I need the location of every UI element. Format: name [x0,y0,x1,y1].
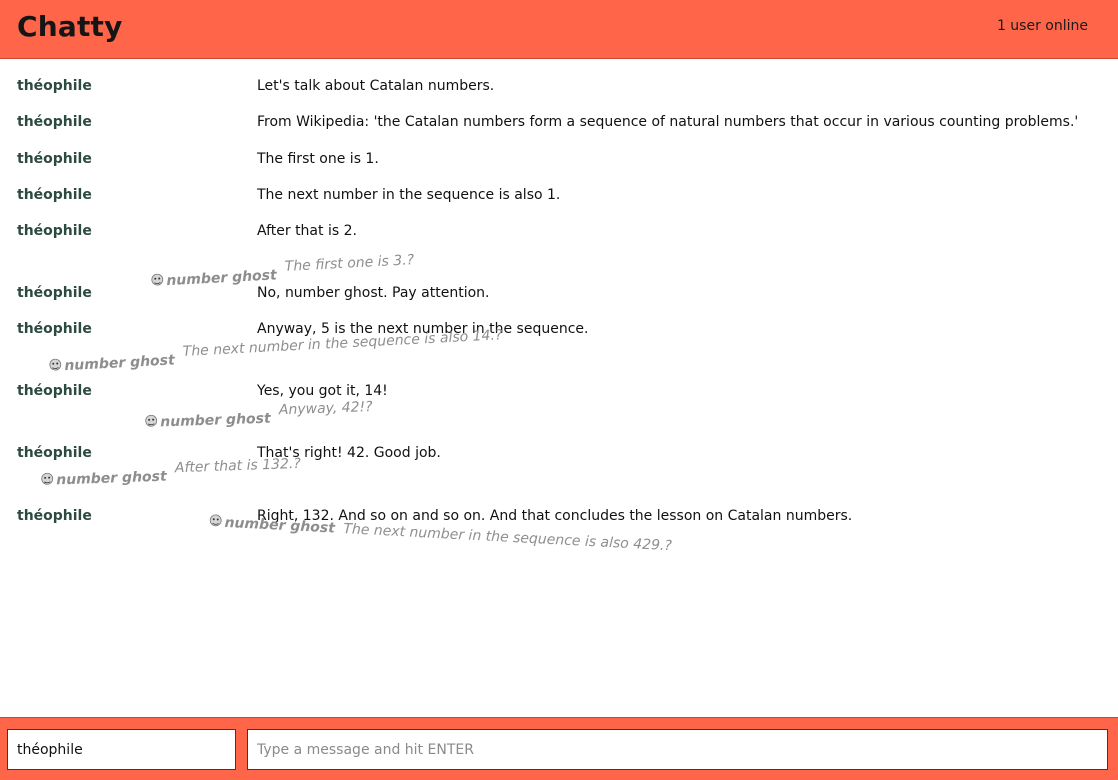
message-author: théophile [17,151,92,167]
message-text: After that is 2. [257,223,357,239]
header-bar: Chatty 1 user online [0,0,1118,59]
ghost-name: number ghost [144,411,271,431]
message-text: Let's talk about Catalan numbers. [257,78,495,94]
message-author: théophile [17,508,92,524]
message-author: théophile [17,321,92,337]
message-author: théophile [17,223,92,239]
message-row: théophile The first one is 1. [0,151,1118,171]
ghost-name: number ghost [40,469,167,489]
message-author: théophile [17,78,92,94]
message-list: théophile Let's talk about Catalan numbe… [0,59,1118,717]
message-row: théophile After that is 2. [0,223,1118,243]
online-count: 1 user online [996,18,1088,34]
message-text: From Wikipedia: 'the Catalan numbers for… [257,114,1079,130]
ghost-icon [41,472,54,485]
ghost-name: number ghost [48,352,175,375]
message-text: The first one is 1. [257,151,379,167]
message-row: théophile That's right! 42. Good job. [0,445,1118,465]
ghost-icon [145,414,158,427]
message-input[interactable] [247,729,1108,770]
message-row: théophile From Wikipedia: 'the Catalan n… [0,114,1118,134]
message-author: théophile [17,187,92,203]
message-row: théophile Anyway, 5 is the next number i… [0,321,1118,341]
ghost-text: After that is 132.? [174,455,302,477]
ghost-text: Anyway, 42!? [278,399,373,419]
message-author: théophile [17,114,92,130]
message-row: théophile Yes, you got it, 14! [0,383,1118,403]
composer-bar [0,717,1118,780]
ghost-text: The first one is 3.? [284,252,415,275]
ghost-icon [209,514,222,527]
message-row: théophile Right, 132. And so on and so o… [0,508,1118,528]
app-title: Chatty [17,10,123,43]
message-author: théophile [17,285,92,301]
message-row: théophile The next number in the sequenc… [0,187,1118,207]
username-input[interactable] [7,729,236,770]
message-row: théophile Let's talk about Catalan numbe… [0,78,1118,98]
message-author: théophile [17,383,92,399]
chat-app: Chatty 1 user online théophile Let's tal… [0,0,1118,780]
message-author: théophile [17,445,92,461]
ghost-icon [151,273,164,286]
message-text: Yes, you got it, 14! [257,383,388,399]
ghost-icon [49,358,62,371]
message-text: The next number in the sequence is also … [257,187,561,203]
message-text: No, number ghost. Pay attention. [257,285,490,301]
